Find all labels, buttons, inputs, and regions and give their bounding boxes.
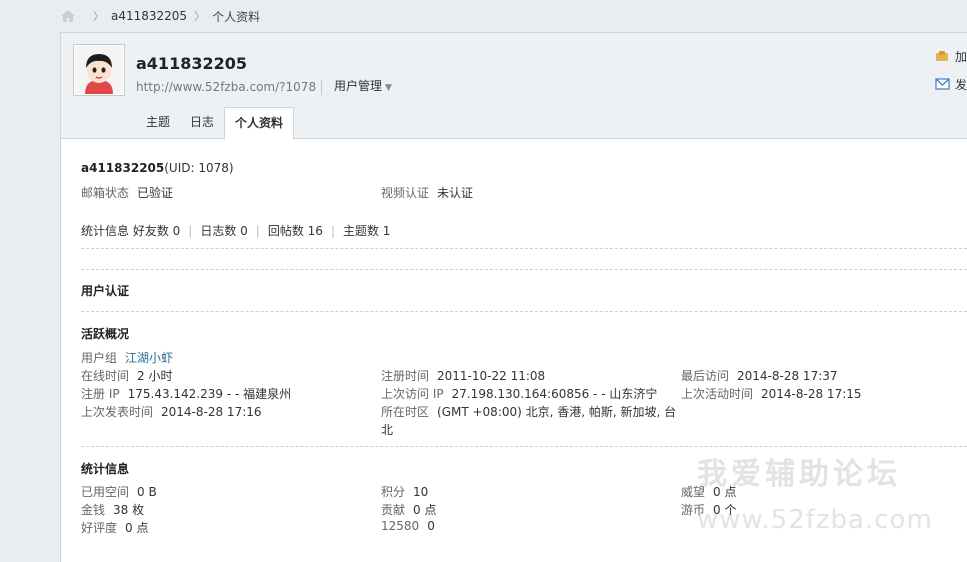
usergroup-label: 用户组 (81, 351, 118, 365)
blog-count-link[interactable]: 日志数 0 (200, 224, 247, 238)
usergroup-row: 用户组 江湖小虾 (81, 349, 173, 366)
tab-threads[interactable]: 主题 (136, 107, 180, 139)
activity-title: 活跃概况 (81, 327, 130, 341)
user-url-link[interactable]: http://www.52fzba.com/?1078 (136, 80, 316, 94)
register-ip: 注册 IP 175.43.142.239 - - 福建泉州 (81, 387, 292, 401)
avatar[interactable] (73, 44, 125, 96)
header-actions: 加 发 (935, 49, 967, 105)
statistics-title: 统计信息 (81, 462, 130, 476)
used-space: 已用空间 0 B (81, 485, 157, 499)
stats-line: 统计信息 好友数 0 | 日志数 0 | 回帖数 16 | 主题数 1 (81, 224, 391, 238)
chevron-down-icon: ▼ (385, 83, 392, 93)
stats-label: 统计信息 (81, 224, 130, 238)
email-status-label: 邮箱状态 (81, 186, 130, 200)
timezone: 所在时区 (GMT +08:00) 北京, 香港, 帕斯, 新加坡, 台 (381, 405, 677, 419)
prestige: 威望 0 点 (681, 485, 737, 499)
verification-title: 用户认证 (81, 284, 130, 298)
breadcrumb-current: 个人资料 (212, 9, 261, 24)
add-friend-icon (936, 51, 948, 61)
money: 金钱 38 枚 (81, 503, 145, 517)
home-icon[interactable] (60, 9, 76, 23)
register-time: 注册时间 2011-10-22 11:08 (381, 369, 546, 383)
tab-profile[interactable]: 个人资料 (224, 107, 295, 140)
timezone-continued: 北 (381, 423, 394, 437)
last-visit: 最后访问 2014-8-28 17:37 (681, 369, 838, 383)
divider (81, 446, 967, 447)
video-status: 视频认证 未认证 (381, 184, 473, 201)
user-manage-dropdown[interactable]: 用户管理 ▼ (321, 80, 392, 95)
username-heading: a411832205 (136, 54, 247, 73)
game-coins: 游币 0 个 (681, 503, 737, 517)
rating: 好评度 0 点 (81, 521, 149, 535)
email-status-value: 已验证 (137, 186, 174, 200)
avatar-cartoon-icon (75, 46, 123, 94)
divider (81, 311, 967, 312)
reply-count-link[interactable]: 回帖数 16 (268, 224, 323, 238)
chevron-right-icon: 〉 (93, 10, 104, 23)
uid-text: (UID: 1078) (164, 161, 234, 175)
contribution: 贡献 0 点 (381, 503, 437, 517)
points: 积分 10 (381, 485, 429, 499)
breadcrumb: 〉 a411832205 〉 个人资料 (0, 0, 967, 32)
thread-count-link[interactable]: 主题数 1 (343, 224, 390, 238)
last-post-time: 上次发表时间 2014-8-28 17:16 (81, 405, 262, 419)
profile-name: a411832205 (81, 161, 165, 175)
online-time: 在线时间 2 小时 (81, 369, 173, 383)
send-message-label: 发 (955, 77, 967, 92)
usergroup-link[interactable]: 江湖小虾 (125, 351, 173, 365)
profile-header: a411832205 http://www.52fzba.com/?1078 用… (61, 33, 967, 140)
profile-name-line: a411832205(UID: 1078) (81, 161, 234, 175)
divider (81, 248, 967, 249)
user-manage-label: 用户管理 (334, 79, 383, 93)
friends-count-link[interactable]: 好友数 0 (133, 224, 180, 238)
envelope-icon (935, 78, 950, 90)
add-friend-label: 加 (955, 49, 967, 64)
chevron-right-icon: 〉 (194, 10, 206, 23)
add-friend-button[interactable]: 加 (935, 49, 967, 64)
video-status-label: 视频认证 (381, 186, 430, 200)
send-message-button[interactable]: 发 (935, 77, 967, 92)
extra-stat: 12580 0 (381, 519, 435, 533)
email-status: 邮箱状态 已验证 (81, 184, 173, 201)
last-visit-ip: 上次访问 IP 27.198.130.164:60856 - - 山东济宁 (381, 387, 658, 401)
profile-tabs: 主题 日志 个人资料 (136, 107, 295, 140)
tab-blog[interactable]: 日志 (180, 107, 224, 139)
divider (81, 269, 967, 270)
video-status-value: 未认证 (437, 186, 474, 200)
breadcrumb-user-link[interactable]: a411832205 (111, 9, 187, 23)
last-active-time: 上次活动时间 2014-8-28 17:15 (681, 387, 862, 401)
